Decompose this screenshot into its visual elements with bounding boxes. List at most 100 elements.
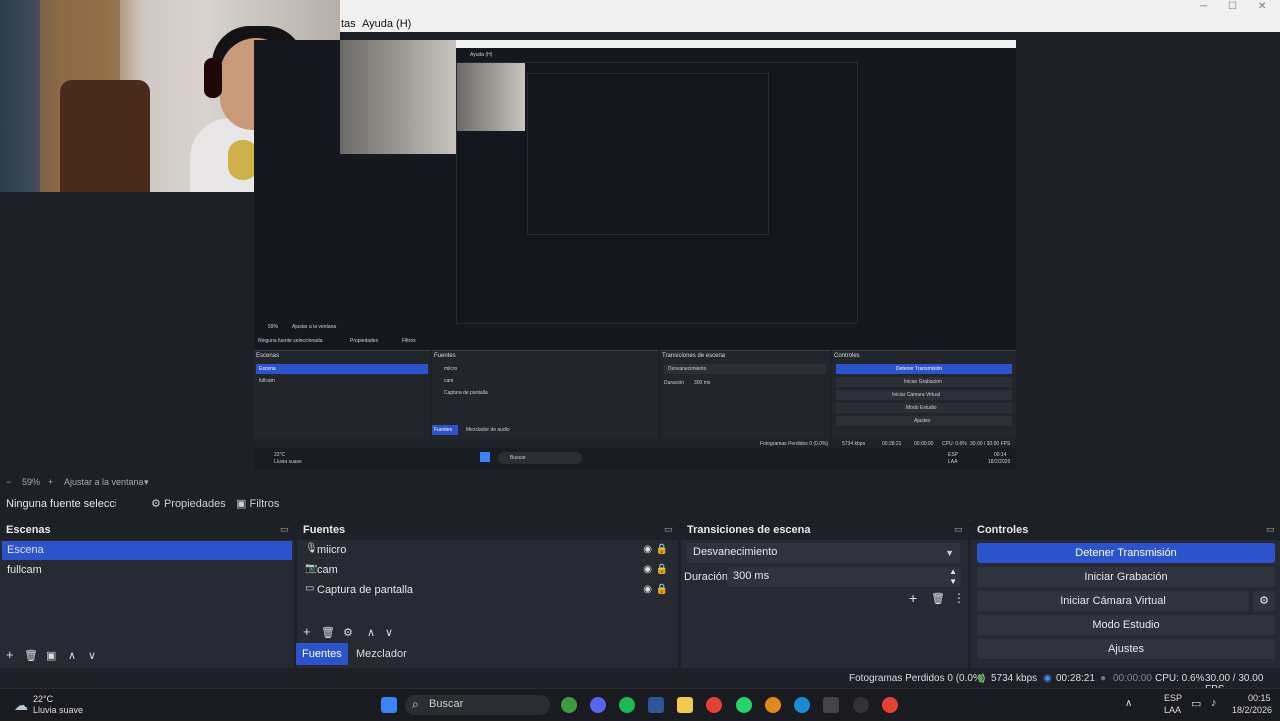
source-row-mic[interactable]: 🎙 miicro ◉ 🔒 (297, 541, 678, 560)
menu-item-partial[interactable]: tas (341, 18, 356, 30)
properties-button[interactable]: ⚙ Propiedades (151, 497, 226, 510)
discord-icon[interactable] (590, 697, 606, 713)
nested-bitrate: 5734 kbps (842, 441, 866, 447)
start-virtual-camera-button[interactable]: Iniciar Cámara Virtual (977, 591, 1249, 611)
start-recording-button[interactable]: Iniciar Grabación (977, 567, 1275, 587)
brave-icon[interactable] (765, 697, 781, 713)
move-up-icon[interactable]: ∧ (68, 649, 76, 662)
nested-sources-title: Fuentes (434, 353, 456, 359)
weather-desc: Lluvia suave (33, 705, 84, 715)
add-source-icon[interactable]: + (303, 624, 311, 639)
transitions-title: Transiciones de escena (687, 524, 811, 536)
undock-icon[interactable]: ▭ (664, 524, 674, 534)
chevron-up-icon[interactable]: ▲ (949, 567, 957, 576)
chrome-icon[interactable] (882, 697, 898, 713)
word-icon[interactable] (648, 697, 664, 713)
nested-weather-temp: 22°C (274, 452, 286, 458)
volume-icon[interactable]: ♪ (1211, 697, 1217, 709)
virtual-camera-settings-button[interactable]: ⚙ (1253, 591, 1275, 611)
move-up-icon[interactable]: ∧ (367, 626, 375, 639)
nested-search: Buscar (510, 455, 526, 461)
obs-icon[interactable] (853, 697, 869, 713)
menu-item-help[interactable]: Ayuda (H) (362, 18, 411, 30)
undock-icon[interactable]: ▭ (1266, 524, 1276, 534)
spotify-icon[interactable] (619, 697, 635, 713)
nested-virtual-cam: Iniciar Cámara Virtual (892, 392, 940, 398)
no-source-label: Ninguna fuente seleccionada (6, 498, 116, 510)
fit-to-window[interactable]: Ajustar a la ventana (64, 477, 144, 487)
source-row-screen[interactable]: ▭ Captura de pantalla ◉ 🔒 (297, 581, 678, 600)
duration-label: Duración (684, 571, 729, 583)
undock-icon[interactable]: ▭ (954, 524, 964, 534)
chevron-down-icon: ▼ (945, 548, 954, 558)
taskbar-search[interactable]: ⌕ Buscar (405, 695, 550, 715)
dropped-frames: Fotogramas Perdidos 0 (0.0%) (849, 673, 986, 684)
nested-settings: Ajustes (914, 418, 931, 424)
chrome-icon[interactable] (706, 697, 722, 713)
nested-scene-fullcam: fullcam (259, 378, 275, 384)
chevron-up-icon[interactable]: ∧ (1125, 698, 1132, 709)
stop-streaming-button[interactable]: Detener Transmisión (977, 543, 1275, 563)
windows-start-icon[interactable] (381, 697, 397, 713)
trash-icon[interactable]: 🗑 (931, 592, 945, 605)
gear-icon[interactable]: ⚙ (343, 626, 353, 639)
cpu-usage: CPU: 0.6% (1155, 673, 1205, 684)
search-icon: ⌕ (412, 697, 419, 711)
eye-icon[interactable]: ◉ (643, 584, 652, 595)
trash-icon[interactable]: 🗑 (321, 626, 335, 639)
xbox-icon[interactable] (561, 697, 577, 713)
scenes-dock: Escenas ▭ Escena fullcam + 🗑 ▣ ∧ ∨ (0, 520, 294, 668)
edge-icon[interactable] (794, 697, 810, 713)
tab-audio-mixer[interactable]: Mezclador de audio (350, 643, 413, 682)
scene-item[interactable]: Escena (2, 541, 292, 560)
scenes-title: Escenas (6, 524, 51, 536)
maximize-icon[interactable]: ☐ (1228, 1, 1237, 12)
more-vertical-icon[interactable]: ⋮ (953, 591, 965, 605)
move-down-icon[interactable]: ∨ (385, 626, 393, 639)
calculator-icon[interactable] (823, 697, 839, 713)
scene-label: Escena (7, 544, 44, 556)
clock-time[interactable]: 00:15 (1248, 693, 1271, 703)
preview-canvas[interactable]: Ayuda (H) 59% Ajustar a la ventana Ningu… (254, 40, 1016, 470)
lock-icon[interactable]: 🔒 (656, 564, 668, 575)
add-scene-icon[interactable]: + (6, 647, 14, 662)
lock-icon[interactable]: 🔒 (656, 584, 668, 595)
nested-dropped-frames: Fotogramas Perdidos 0 (0.0%) (760, 441, 829, 447)
nested-lang2: LAA (948, 459, 958, 465)
stream-icon: ◉ (1043, 673, 1052, 684)
chevron-down-icon[interactable]: ▾ (144, 477, 149, 488)
trash-icon[interactable]: 🗑 (24, 649, 38, 662)
zoom-in-button[interactable]: + (48, 477, 53, 487)
lock-icon[interactable]: 🔒 (656, 544, 668, 555)
source-row-cam[interactable]: 📷 cam ◉ 🔒 (297, 561, 678, 580)
language-code[interactable]: ESP (1164, 693, 1182, 703)
status-bar: Fotogramas Perdidos 0 (0.0%) ▮ 5734 kbps… (0, 668, 1280, 695)
eye-icon[interactable]: ◉ (643, 544, 652, 555)
filters-button[interactable]: ▣ Filtros (236, 497, 279, 510)
controls-title: Controles (977, 524, 1029, 536)
minimize-icon[interactable]: ─ (1200, 1, 1207, 12)
zoom-out-button[interactable]: − (6, 477, 11, 487)
bitrate: 5734 kbps (991, 673, 1038, 684)
clock-date[interactable]: 18/2/2026 (1232, 705, 1272, 715)
add-transition-icon[interactable]: + (909, 590, 917, 606)
eye-icon[interactable]: ◉ (643, 564, 652, 575)
scene-item[interactable]: fullcam (2, 561, 292, 580)
undock-icon[interactable]: ▭ (280, 524, 290, 534)
nested-source-mic: miicro (444, 366, 458, 372)
nested-no-source: Ninguna fuente seleccionada (258, 338, 323, 344)
studio-mode-button[interactable]: Modo Estudio (977, 615, 1275, 635)
gear-icon: ⚙ (151, 498, 161, 510)
close-icon[interactable]: ✕ (1258, 1, 1266, 12)
scene-filters-icon[interactable]: ▣ (46, 649, 56, 662)
language-layout[interactable]: LAA (1164, 705, 1181, 715)
settings-button[interactable]: Ajustes (977, 639, 1275, 659)
network-icon[interactable]: ▭ (1191, 697, 1201, 710)
move-down-icon[interactable]: ∨ (88, 649, 96, 662)
chevron-down-icon[interactable]: ▼ (949, 577, 957, 586)
tab-sources[interactable]: Fuentes (296, 643, 348, 665)
duration-spinbox[interactable]: 300 ms ▲ ▼ (727, 567, 961, 587)
file-explorer-icon[interactable] (677, 697, 693, 713)
transition-select[interactable]: Desvanecimiento ▼ (687, 543, 960, 563)
whatsapp-icon[interactable] (736, 697, 752, 713)
